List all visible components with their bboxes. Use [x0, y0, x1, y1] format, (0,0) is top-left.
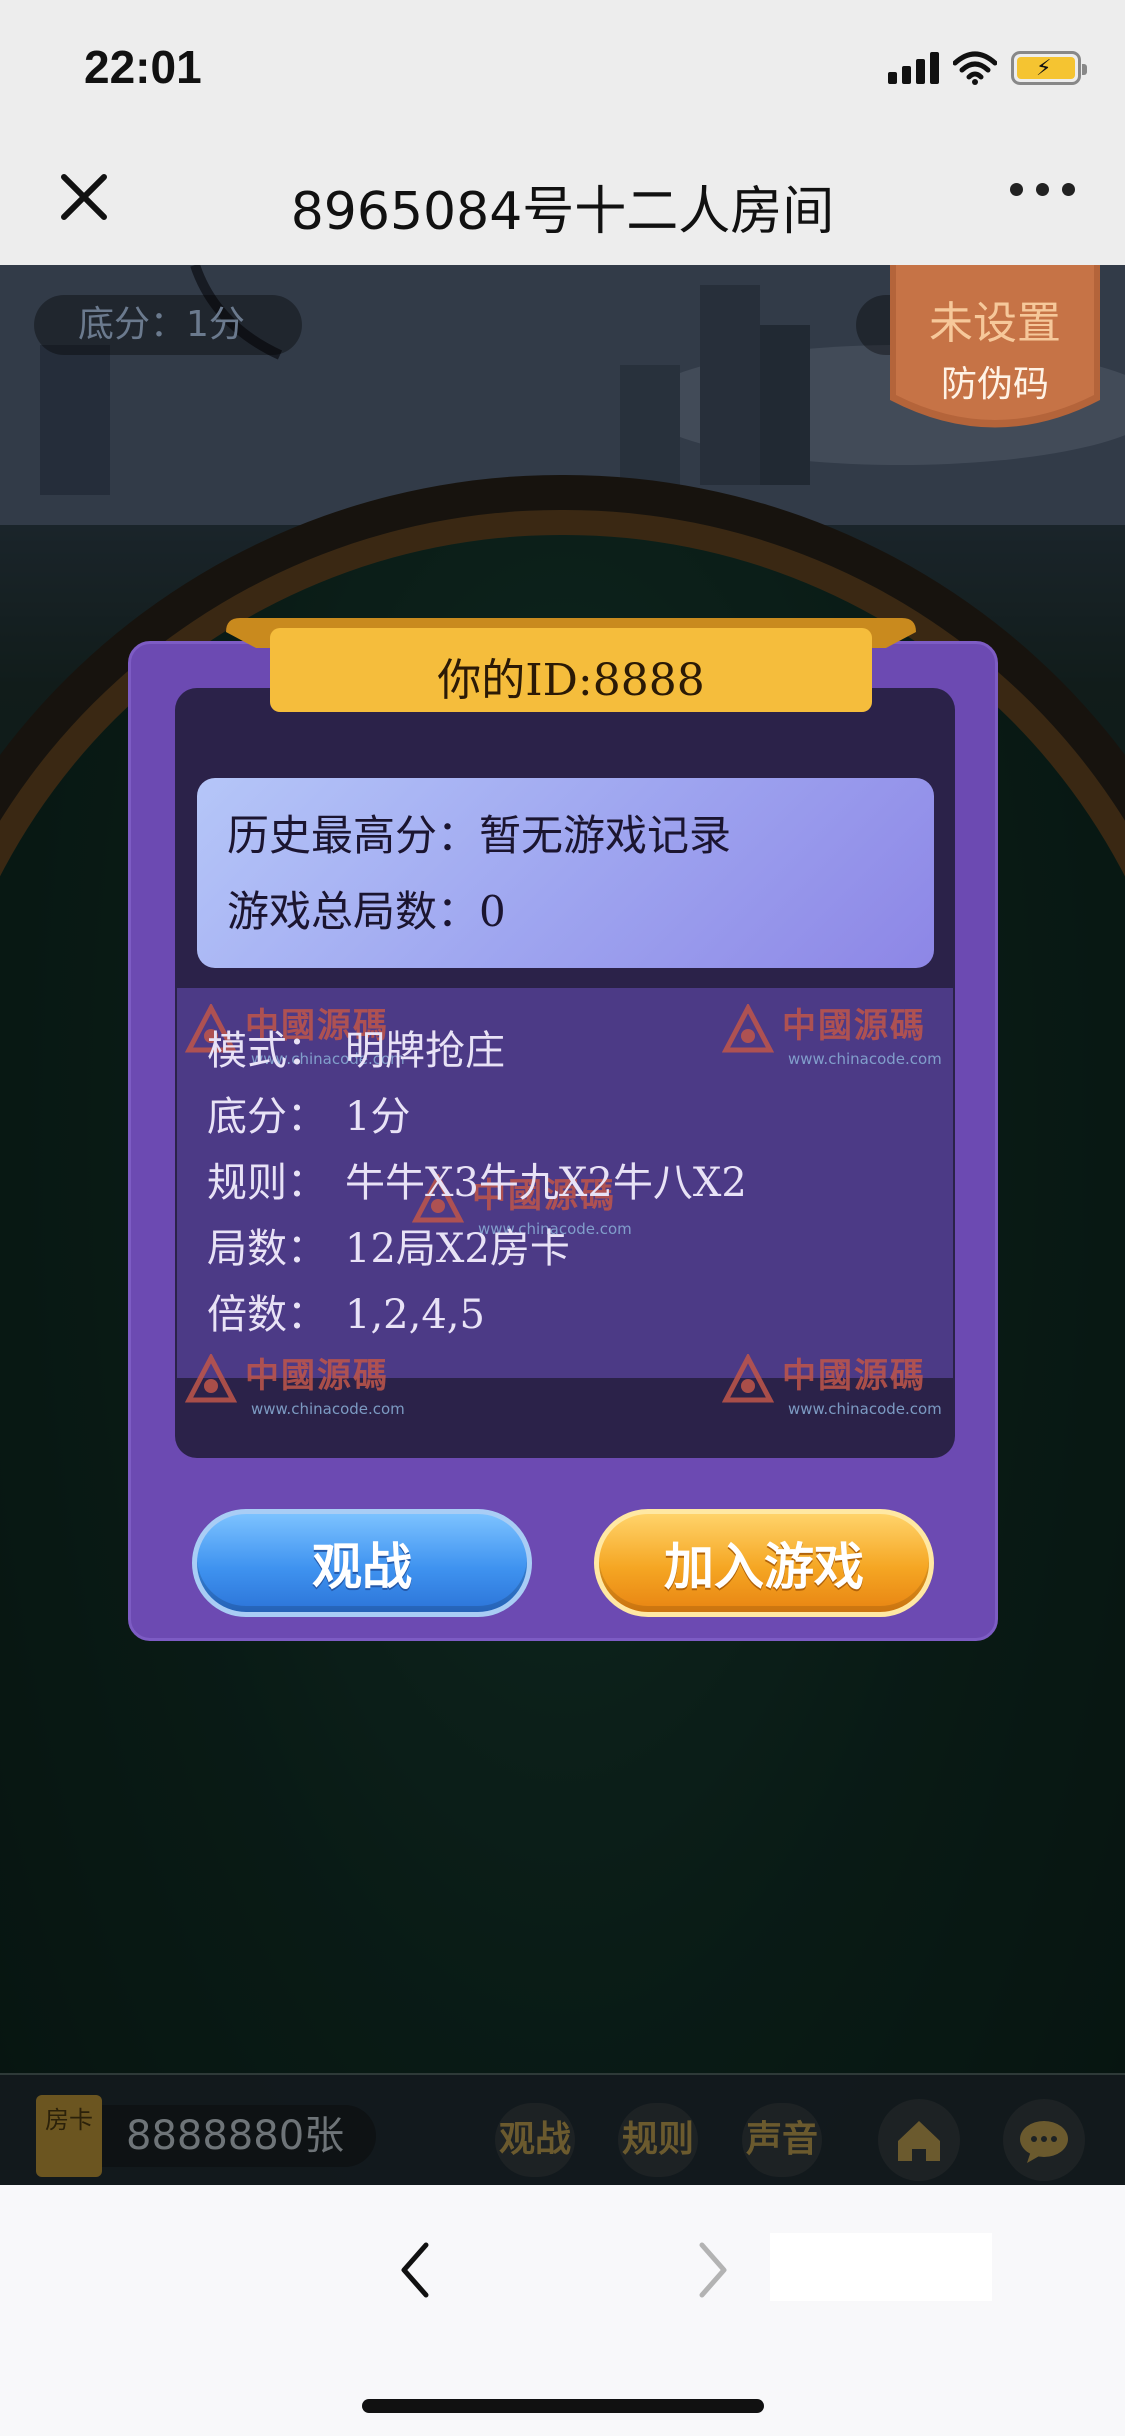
dialog-title-ribbon: 你的ID:8888 — [226, 618, 916, 714]
bottom-sound-button[interactable]: 声音 — [742, 2103, 822, 2177]
status-icons: ⚡ — [888, 48, 1087, 88]
join-game-button[interactable]: 加入游戏 — [594, 1509, 934, 1617]
chevron-left-icon[interactable] — [390, 2235, 440, 2305]
home-button[interactable] — [878, 2099, 960, 2181]
chat-icon — [1020, 2121, 1068, 2163]
home-icon — [898, 2121, 940, 2161]
bottom-rules-button[interactable]: 规则 — [618, 2103, 698, 2177]
page-title: 8965084号十二人房间 — [290, 182, 835, 242]
signal-icon — [888, 52, 939, 84]
rule-multipliers: 规则： 牛牛X3牛九X2牛八X2 — [207, 1160, 747, 1206]
more-icon[interactable] — [1010, 183, 1075, 196]
home-indicator — [362, 2399, 764, 2413]
watermark: 中國源碼 www.chinacode.com — [185, 1348, 415, 1428]
room-card-count: 8888880张 — [96, 2105, 376, 2167]
wifi-icon — [953, 51, 997, 85]
room-info-dialog: 历史最高分：暂无游戏记录 游戏总局数：0 中國源碼 www.chinacode.c… — [128, 618, 998, 1641]
base-score-pill: 底分：1分 — [34, 295, 302, 355]
total-rounds: 游戏总局数：0 — [227, 887, 506, 936]
watermark: 中國源碼 www.chinacode.com — [722, 998, 952, 1078]
anti-fake-code-badge[interactable]: 未设置 防伪码 — [890, 265, 1100, 437]
room-card-badge: 房卡 — [36, 2095, 102, 2177]
nav-bar: 8965084号十二人房间 — [0, 135, 1125, 265]
bottom-watch-button[interactable]: 观战 — [495, 2103, 575, 2177]
chat-button[interactable] — [1003, 2099, 1085, 2181]
chevron-right-icon[interactable] — [688, 2235, 738, 2305]
watch-button[interactable]: 观战 — [192, 1509, 532, 1617]
dialog-panel: 历史最高分：暂无游戏记录 游戏总局数：0 中國源碼 www.chinacode.c… — [175, 688, 955, 1458]
watermark: 中國源碼 www.chinacode.com — [722, 1348, 952, 1428]
browser-toolbar — [0, 2185, 1125, 2436]
high-score: 历史最高分：暂无游戏记录 — [227, 811, 732, 860]
rule-mode: 模式： 明牌抢庄 — [207, 1028, 505, 1074]
battery-charging-icon: ⚡ — [1011, 51, 1087, 85]
status-bar: 22:01 ⚡ — [0, 0, 1125, 135]
rule-base-score: 底分： 1分 — [207, 1094, 411, 1140]
rule-bet-multiples: 倍数： 1,2,4,5 — [207, 1292, 485, 1338]
room-rules: 中國源碼 www.chinacode.com 中國源碼 www.chinacode.… — [177, 988, 953, 1418]
status-time: 22:01 — [84, 41, 202, 93]
rule-rounds: 局数： 12局X2房卡 — [207, 1226, 570, 1272]
history-stats: 历史最高分：暂无游戏记录 游戏总局数：0 — [197, 778, 934, 968]
game-bottom-bar: 8888880张 房卡 观战 规则 声音 — [0, 2073, 1125, 2185]
player-id: 你的ID:8888 — [437, 655, 705, 706]
